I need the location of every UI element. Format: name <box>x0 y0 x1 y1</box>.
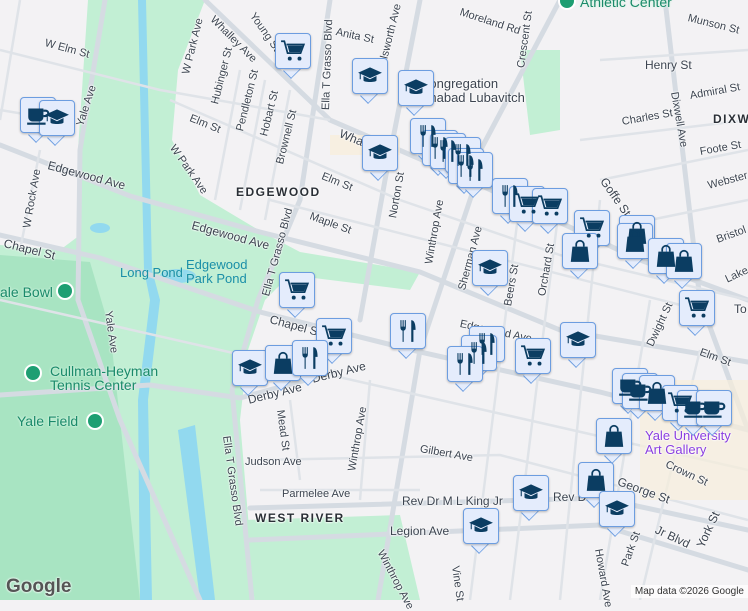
street-label: Parmelee Ave <box>282 488 351 500</box>
athletic-center-label[interactable]: Athletic Center <box>580 0 672 10</box>
bag-icon <box>567 238 593 264</box>
restaurant-icon <box>395 318 421 344</box>
school-marker[interactable] <box>232 350 268 396</box>
restaurant-marker[interactable] <box>390 313 426 359</box>
bag-marker[interactable] <box>596 418 632 464</box>
street-label: Rev Dr M L King Jr <box>402 494 503 508</box>
restaurant-marker[interactable] <box>292 340 328 386</box>
school-icon <box>367 140 393 166</box>
restaurant-icon <box>462 157 488 183</box>
cart-icon <box>684 295 710 321</box>
district-label: WEST RIVER <box>255 511 345 525</box>
street-label: To <box>734 302 747 316</box>
school-marker[interactable] <box>39 100 75 146</box>
street-label: Judson Ave <box>245 456 302 468</box>
bag-icon <box>583 467 609 493</box>
school-marker[interactable] <box>463 508 499 554</box>
school-icon <box>403 75 429 101</box>
coffee-marker[interactable] <box>696 390 732 436</box>
school-icon <box>565 327 591 353</box>
school-marker[interactable] <box>560 322 596 368</box>
coffee-icon <box>701 395 727 421</box>
school-marker[interactable] <box>352 58 388 104</box>
bag-icon <box>671 248 697 274</box>
cart-marker[interactable] <box>515 338 551 384</box>
school-icon <box>518 480 544 506</box>
yale-bowl-label: ale Bowl <box>0 284 53 300</box>
school-marker[interactable] <box>362 135 398 181</box>
stadium-pin-icon[interactable] <box>56 282 74 300</box>
bag-icon <box>270 350 296 376</box>
street-label: Legion Ave <box>390 524 450 538</box>
street-label: Henry St <box>645 58 692 72</box>
tennis-center-label[interactable]: Cullman-Heyman Tennis Center <box>50 364 170 392</box>
restaurant-marker[interactable] <box>457 152 493 198</box>
school-icon <box>468 513 494 539</box>
edgewood-park-pond-label: Edgewood Park Pond <box>186 257 248 286</box>
cart-marker[interactable] <box>679 290 715 336</box>
school-marker[interactable] <box>472 250 508 296</box>
cart-marker[interactable] <box>275 33 311 79</box>
stadium-pin-icon[interactable] <box>86 412 104 430</box>
district-label: EDGEWOOD <box>236 185 321 199</box>
restaurant-marker[interactable] <box>447 346 483 392</box>
chabad-label[interactable]: Congregation Chabad Lubavitch <box>420 77 530 105</box>
school-icon <box>237 355 263 381</box>
school-marker[interactable] <box>398 70 434 116</box>
map-attribution[interactable]: Map data ©2026 Google <box>630 585 748 598</box>
cart-icon <box>284 277 310 303</box>
tennis-pin-icon[interactable] <box>24 364 42 382</box>
school-icon <box>477 255 503 281</box>
school-icon <box>357 63 383 89</box>
long-pond <box>90 223 110 233</box>
cart-icon <box>537 193 563 219</box>
school-icon <box>44 105 70 131</box>
cart-icon <box>280 38 306 64</box>
cart-marker[interactable] <box>532 188 568 234</box>
cart-icon <box>520 343 546 369</box>
long-pond-label: Long Pond <box>120 265 183 280</box>
district-label: DIXW <box>713 112 748 126</box>
bag-marker[interactable] <box>666 243 702 289</box>
bag-icon <box>622 228 648 254</box>
restaurant-icon <box>297 345 323 371</box>
cart-icon <box>321 323 347 349</box>
school-marker[interactable] <box>599 491 635 537</box>
bag-marker[interactable] <box>562 233 598 279</box>
yale-field-label[interactable]: Yale Field <box>17 413 78 429</box>
google-logo: Google <box>6 576 72 597</box>
school-marker[interactable] <box>513 475 549 521</box>
cart-marker[interactable] <box>279 272 315 318</box>
bag-icon <box>601 423 627 449</box>
restaurant-icon <box>452 351 478 377</box>
school-icon <box>604 496 630 522</box>
